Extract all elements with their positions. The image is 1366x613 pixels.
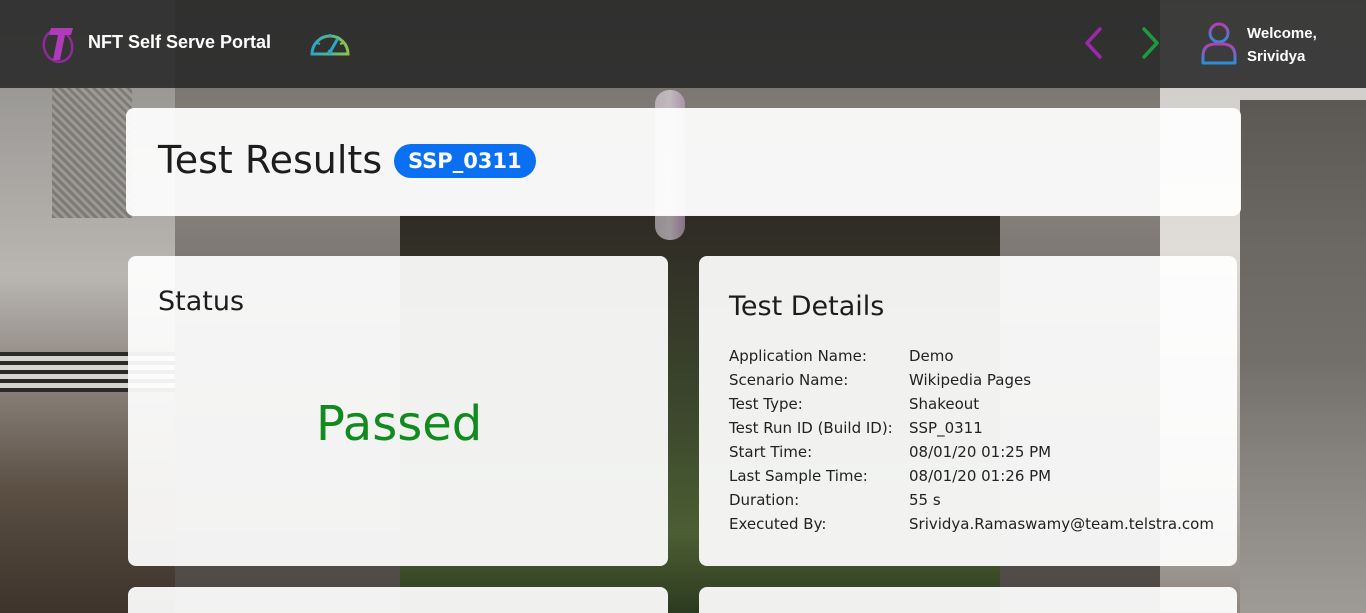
top-header: NFT Self Serve Portal Welcome, Srividya xyxy=(0,0,1366,88)
telstra-logo-icon[interactable] xyxy=(42,22,78,64)
bottom-right-card xyxy=(699,587,1237,613)
detail-label: Executed By: xyxy=(729,515,827,533)
bottom-left-card xyxy=(128,587,668,613)
detail-value: SSP_0311 xyxy=(909,419,983,437)
detail-value: Shakeout xyxy=(909,395,980,413)
title-card: Test Results SSP_0311 xyxy=(126,108,1241,216)
detail-value: Srividya.Ramaswamy@team.telstra.com xyxy=(909,515,1214,533)
status-value: Passed xyxy=(316,396,483,452)
detail-row-duration: Duration: 55 s xyxy=(729,488,1214,512)
detail-value: 08/01/20 01:26 PM xyxy=(909,467,1052,485)
detail-label: Application Name: xyxy=(729,347,867,365)
chevron-left-icon[interactable] xyxy=(1082,26,1104,60)
speedometer-icon[interactable] xyxy=(308,26,352,60)
run-id-badge: SSP_0311 xyxy=(394,144,536,178)
welcome-username: Srividya xyxy=(1247,48,1306,65)
detail-label: Test Run ID (Build ID): xyxy=(729,419,893,437)
welcome-message: Welcome, Srividya xyxy=(1247,22,1317,68)
page-title: Test Results xyxy=(158,138,383,182)
status-card: Status Passed xyxy=(128,256,668,566)
test-details-table: Application Name: Demo Scenario Name: Wi… xyxy=(729,344,1214,536)
chevron-right-icon[interactable] xyxy=(1140,26,1162,60)
detail-value: 08/01/20 01:25 PM xyxy=(909,443,1052,461)
detail-value: Demo xyxy=(909,347,954,365)
welcome-greeting: Welcome, xyxy=(1247,25,1317,42)
detail-row-last-sample-time: Last Sample Time: 08/01/20 01:26 PM xyxy=(729,464,1214,488)
status-title: Status xyxy=(158,286,245,317)
test-details-card: Test Details Application Name: Demo Scen… xyxy=(699,256,1237,566)
detail-label: Test Type: xyxy=(729,395,803,413)
user-icon[interactable] xyxy=(1200,20,1238,66)
detail-row-scenario-name: Scenario Name: Wikipedia Pages xyxy=(729,368,1214,392)
test-details-title: Test Details xyxy=(729,291,885,322)
detail-label: Duration: xyxy=(729,491,800,509)
detail-row-test-run-id: Test Run ID (Build ID): SSP_0311 xyxy=(729,416,1214,440)
background-right-balcony xyxy=(1240,100,1366,613)
detail-label: Scenario Name: xyxy=(729,371,849,389)
detail-row-test-type: Test Type: Shakeout xyxy=(729,392,1214,416)
app-title[interactable]: NFT Self Serve Portal xyxy=(88,32,271,53)
detail-row-executed-by: Executed By: Srividya.Ramaswamy@team.tel… xyxy=(729,512,1214,536)
background-stone-wall xyxy=(52,88,132,218)
detail-label: Start Time: xyxy=(729,443,813,461)
detail-row-start-time: Start Time: 08/01/20 01:25 PM xyxy=(729,440,1214,464)
detail-value: Wikipedia Pages xyxy=(909,371,1032,389)
detail-row-application-name: Application Name: Demo xyxy=(729,344,1214,368)
detail-value: 55 s xyxy=(909,491,941,509)
detail-label: Last Sample Time: xyxy=(729,467,868,485)
